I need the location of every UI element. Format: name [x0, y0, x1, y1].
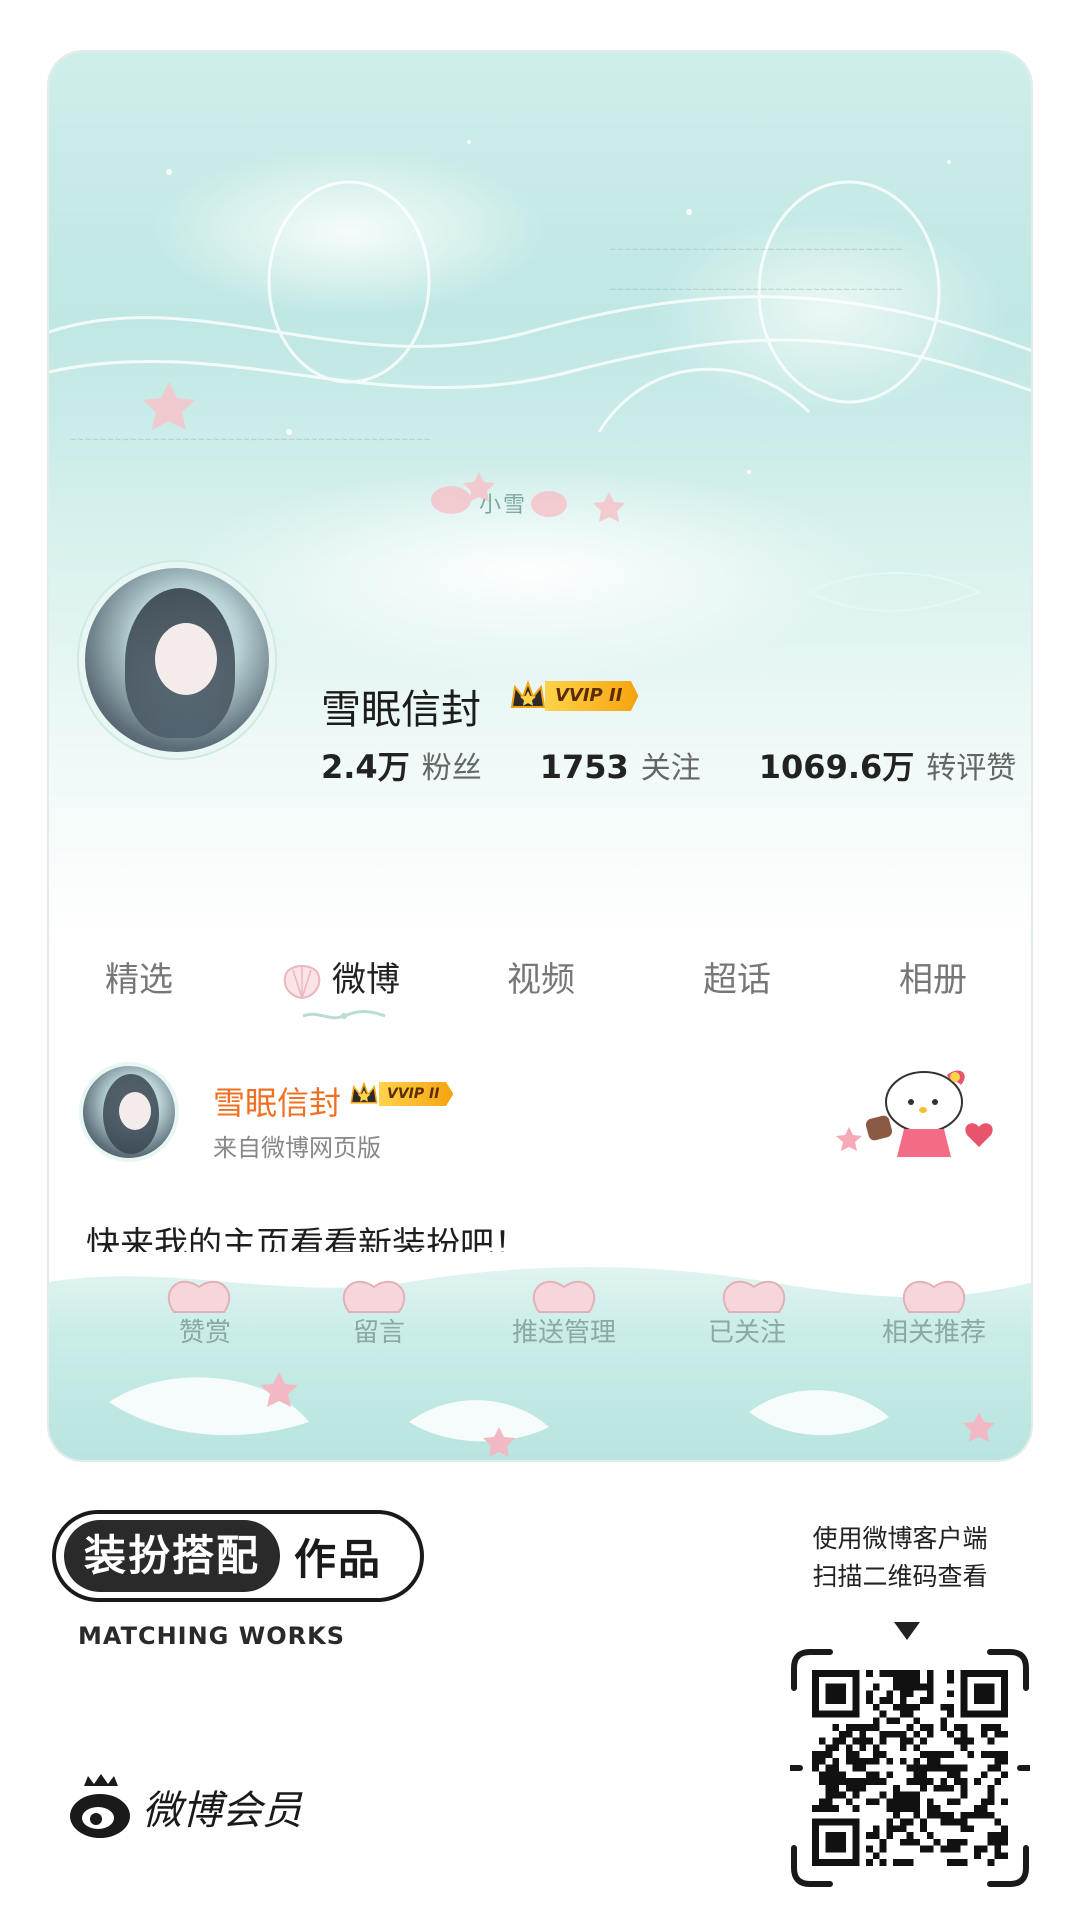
post-source: 来自微博网页版	[213, 1134, 381, 1162]
profile-avatar[interactable]	[79, 562, 275, 758]
post-avatar[interactable]	[79, 1062, 179, 1162]
avatar-face	[155, 623, 217, 695]
post-vip-badge[interactable]: VVIP II	[349, 1076, 454, 1112]
tab-album[interactable]: 相册	[899, 952, 967, 1001]
banner-signature: 小雪	[479, 493, 528, 518]
post-action-bar: 赞赏 留言 推送管理 已关注 相关推荐	[49, 1252, 1031, 1460]
action-tip[interactable]: 赞赏	[145, 1312, 265, 1349]
stat-value: 1753	[539, 748, 629, 786]
stat-following[interactable]: 1753 关注	[540, 743, 701, 787]
tab-video[interactable]: 视频	[507, 952, 575, 1001]
tab-weibo[interactable]: 微博	[332, 952, 400, 1001]
profile-banner: ~~~~~~~~~~~~~~~~~~~~~~~~~~~~~~~~~~~~~~~ …	[49, 52, 1031, 942]
qr-hint-line2: 扫描二维码查看	[812, 1562, 988, 1591]
shell-icon	[283, 965, 321, 1000]
stat-label: 粉丝	[421, 751, 482, 786]
qr-hint-line1: 使用微博客户端	[812, 1524, 988, 1553]
kitty-sticker	[836, 1070, 993, 1157]
stat-value: 2.4万	[321, 748, 410, 786]
action-push-settings[interactable]: 推送管理	[479, 1312, 649, 1349]
post-author[interactable]: 雪眠信封	[213, 1078, 341, 1124]
action-followed[interactable]: 已关注	[677, 1312, 817, 1349]
action-message[interactable]: 留言	[319, 1312, 439, 1349]
profile-stats: 2.4万 粉丝 1753 关注 1069.6万 转评赞	[321, 742, 1021, 788]
vip-badge[interactable]: VVIP II	[509, 674, 639, 718]
profile-tabs: 精选 微博 视频 超话 相册	[49, 952, 1031, 1042]
tab-super-topic[interactable]: 超话	[703, 952, 771, 1001]
stat-fans[interactable]: 2.4万 粉丝	[321, 742, 482, 788]
stat-value: 1069.6万	[758, 748, 915, 786]
crown-icon	[350, 1081, 378, 1104]
profile-name: 雪眠信封	[321, 687, 481, 733]
badge-light-label: 作品	[294, 1534, 383, 1584]
qr-code[interactable]	[812, 1670, 1008, 1866]
profile-card: ~~~~~~~~~~~~~~~~~~~~~~~~~~~~~~~~~~~~~~~ …	[47, 50, 1033, 1462]
vip-label: VVIP II	[545, 681, 639, 711]
avatar-face	[119, 1092, 151, 1130]
svg-text:~~~~~~~~~~~~~~~~~~~~~~~~~~~~~~: ~~~~~~~~~~~~~~~~~~~~~~~~~~~~~~~~~~~~~~~	[609, 245, 903, 255]
matching-works-badge: 装扮搭配 作品	[52, 1510, 424, 1602]
vip-label: VVIP II	[379, 1082, 454, 1106]
badge-dark-label: 装扮搭配	[64, 1520, 281, 1592]
stat-interactions[interactable]: 1069.6万 转评赞	[759, 742, 1017, 788]
tab-featured[interactable]: 精选	[105, 952, 173, 1001]
arrow-down-icon	[894, 1622, 920, 1640]
brand-text: 微博会员	[142, 1788, 302, 1834]
svg-text:~~~~~~~~~~~~~~~~~~~~~~~~~~~~~~: ~~~~~~~~~~~~~~~~~~~~~~~~~~~~~~~~~~~~~~~	[609, 285, 903, 295]
banner-illustration: ~~~~~~~~~~~~~~~~~~~~~~~~~~~~~~~~~~~~~~~ …	[49, 140, 1031, 612]
stat-label: 转评赞	[926, 751, 1017, 786]
stat-label: 关注	[640, 751, 701, 786]
svg-text:~~~~~~~~~~~~~~~~~~~~~~~~~~~~~~: ~~~~~~~~~~~~~~~~~~~~~~~~~~~~~~~~~~~~~~~~…	[69, 435, 431, 445]
action-related[interactable]: 相关推荐	[849, 1312, 1019, 1349]
weibo-vip-brand: 微博会员	[64, 1772, 302, 1842]
page: ~~~~~~~~~~~~~~~~~~~~~~~~~~~~~~~~~~~~~~~ …	[0, 0, 1080, 1922]
badge-subtitle: MATCHING WORKS	[78, 1622, 345, 1650]
crown-icon	[510, 680, 546, 708]
weibo-logo-icon	[70, 1774, 130, 1838]
tab-active-indicator	[302, 1010, 386, 1020]
action-bar-illustration	[49, 1252, 1031, 1457]
qr-hint: 使用微博客户端 扫描二维码查看	[770, 1520, 1030, 1596]
